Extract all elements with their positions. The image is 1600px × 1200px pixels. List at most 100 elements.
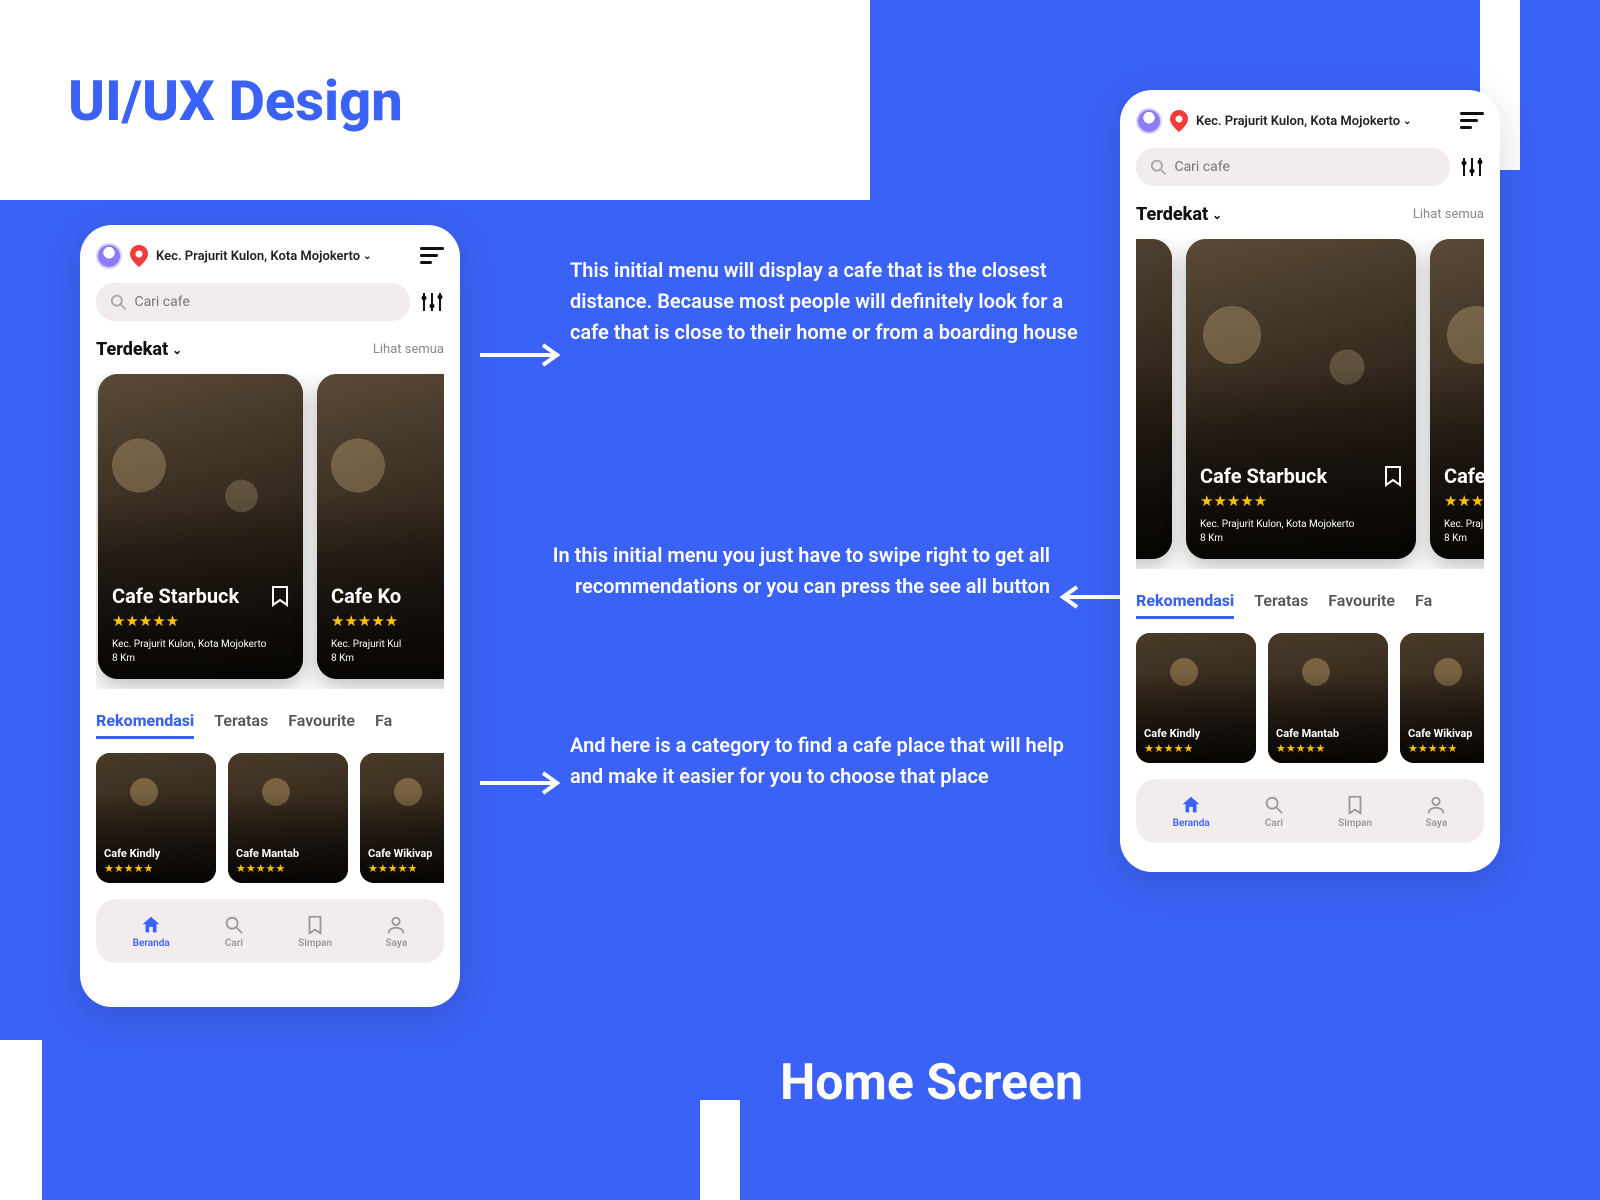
cafe-distance: 8 Km	[331, 652, 444, 666]
page-title: UI/UX Design	[68, 68, 403, 134]
category-tabs: Rekomendasi Teratas Favourite Fa	[96, 711, 444, 739]
section-dropdown[interactable]: Terdekat ⌄	[96, 339, 182, 360]
cafe-card[interactable]: Cafe ★★★ Kec. Praj 8 Km	[1430, 239, 1484, 559]
tab-extra[interactable]: Fa	[375, 711, 392, 739]
nav-saya[interactable]: Saya	[385, 914, 407, 949]
tab-rekomendasi[interactable]: Rekomendasi	[96, 711, 194, 739]
location-text: Kec. Prajurit Kulon, Kota Mojokerto	[156, 249, 360, 264]
cafe-distance: 8 Km	[112, 652, 289, 666]
cafe-address: Kec. Prajurit Kulon, Kota Mojokerto	[1200, 518, 1402, 532]
big-card-carousel[interactable]: erto Cafe Starbuck ★★★★★ Kec. Prajurit K…	[1136, 239, 1484, 569]
big-card-carousel[interactable]: Cafe Starbuck ★★★★★ Kec. Prajurit Kulon,…	[96, 374, 444, 689]
location-selector[interactable]: Kec. Prajurit Kulon, Kota Mojokerto⌄	[1196, 114, 1452, 129]
bottom-nav: Beranda Cari Simpan Saya	[1136, 779, 1484, 843]
cafe-small-card[interactable]: Cafe Mantab★★★★★	[228, 753, 348, 883]
rating-stars: ★★★★★	[104, 862, 208, 875]
see-all-link[interactable]: Lihat semua	[373, 342, 444, 357]
cafe-title: Cafe Mantab	[236, 847, 340, 860]
cafe-small-card[interactable]: Cafe Mantab ★★★★★	[1268, 633, 1388, 763]
section-header: Terdekat⌄ Lihat semua	[1136, 204, 1484, 225]
cafe-image	[1136, 239, 1172, 559]
section-header: Terdekat ⌄ Lihat semua	[96, 339, 444, 360]
header: Kec. Prajurit Kulon, Kota Mojokerto⌄	[1136, 108, 1484, 134]
cafe-title: Cafe Starbuck	[1200, 464, 1327, 488]
search-icon	[223, 914, 245, 936]
cafe-small-card[interactable]: Cafe Wikivap ★★★★★	[360, 753, 444, 883]
search-input[interactable]	[1174, 159, 1436, 175]
bg-block	[700, 1100, 740, 1200]
nav-beranda[interactable]: Beranda	[1173, 794, 1210, 829]
see-all-link[interactable]: Lihat semua	[1413, 207, 1484, 222]
arrow-1	[475, 340, 565, 370]
nav-simpan[interactable]: Simpan	[1338, 794, 1372, 829]
annotation-3: And here is a category to find a cafe pl…	[570, 730, 1080, 792]
nav-beranda[interactable]: Beranda	[133, 914, 170, 949]
tab-teratas[interactable]: Teratas	[1254, 591, 1308, 619]
location-selector[interactable]: Kec. Prajurit Kulon, Kota Mojokerto⌄	[156, 249, 412, 264]
rating-stars: ★★★★★	[1408, 742, 1484, 755]
tab-favourite[interactable]: Favourite	[288, 711, 355, 739]
cafe-card[interactable]: Cafe Starbuck ★★★★★ Kec. Prajurit Kulon,…	[98, 374, 303, 679]
menu-icon[interactable]	[420, 247, 444, 265]
phone-mockup-left: Kec. Prajurit Kulon, Kota Mojokerto⌄ Ter…	[80, 225, 460, 1007]
cafe-title: Cafe Kindly	[104, 847, 208, 860]
section-title: Terdekat	[96, 339, 168, 360]
avatar[interactable]	[1136, 108, 1162, 134]
bookmark-icon	[304, 914, 326, 936]
rating-stars: ★★★★★	[368, 862, 444, 875]
cafe-title: Cafe Kindly	[1144, 727, 1248, 740]
cafe-title: Cafe Wikivap	[1408, 727, 1484, 740]
small-card-row[interactable]: Cafe Kindly★★★★★ Cafe Mantab★★★★★ Cafe W…	[96, 753, 444, 883]
cafe-address: Kec. Praj	[1444, 518, 1484, 532]
search-box[interactable]	[96, 283, 410, 321]
header: Kec. Prajurit Kulon, Kota Mojokerto⌄	[96, 243, 444, 269]
chevron-down-icon: ⌄	[363, 251, 371, 262]
cafe-small-card[interactable]: Cafe Kindly★★★★★	[1136, 633, 1256, 763]
location-pin-icon	[130, 245, 148, 267]
cafe-card[interactable]: erto	[1136, 239, 1172, 559]
chevron-down-icon: ⌄	[1403, 116, 1411, 127]
section-dropdown[interactable]: Terdekat⌄	[1136, 204, 1222, 225]
filter-icon[interactable]	[1460, 156, 1484, 178]
menu-icon[interactable]	[1460, 112, 1484, 130]
tab-teratas[interactable]: Teratas	[214, 711, 268, 739]
rating-stars: ★★★★★	[331, 612, 444, 630]
filter-icon[interactable]	[420, 291, 444, 313]
cafe-card[interactable]: Cafe Ko ★★★★★ Kec. Prajurit Kul 8 Km	[317, 374, 444, 679]
home-icon	[1180, 794, 1202, 816]
bookmark-icon[interactable]	[1384, 465, 1402, 487]
cafe-card[interactable]: Cafe Starbuck ★★★★★ Kec. Prajurit Kulon,…	[1186, 239, 1416, 559]
category-tabs: Rekomendasi Teratas Favourite Fa	[1136, 591, 1484, 619]
cafe-title: Cafe Wikivap	[368, 847, 444, 860]
annotation-2: In this initial menu you just have to sw…	[490, 540, 1050, 602]
search-row	[1136, 148, 1484, 186]
nav-label: Simpan	[1338, 818, 1372, 829]
search-input[interactable]	[134, 294, 396, 310]
nav-simpan[interactable]: Simpan	[298, 914, 332, 949]
page-subtitle: Home Screen	[780, 1054, 1083, 1112]
chevron-down-icon: ⌄	[172, 343, 182, 357]
arrow-3	[475, 768, 565, 798]
cafe-title: Cafe Mantab	[1276, 727, 1380, 740]
cafe-small-card[interactable]: Cafe Wikivap ★★★★★	[1400, 633, 1484, 763]
nav-cari[interactable]: Cari	[1263, 794, 1285, 829]
nav-saya[interactable]: Saya	[1425, 794, 1447, 829]
avatar[interactable]	[96, 243, 122, 269]
cafe-address: Kec. Prajurit Kul	[331, 638, 444, 652]
cafe-address: Kec. Prajurit Kulon, Kota Mojokerto	[112, 638, 289, 652]
search-row	[96, 283, 444, 321]
rating-stars: ★★★★★	[1276, 742, 1380, 755]
search-box[interactable]	[1136, 148, 1450, 186]
location-text: Kec. Prajurit Kulon, Kota Mojokerto	[1196, 114, 1400, 129]
search-icon	[110, 293, 126, 311]
tab-favourite[interactable]: Favourite	[1328, 591, 1395, 619]
cafe-distance: 8 Km	[1444, 532, 1484, 546]
bookmark-icon[interactable]	[271, 585, 289, 607]
nav-cari[interactable]: Cari	[223, 914, 245, 949]
search-icon	[1150, 158, 1166, 176]
rating-stars: ★★★	[1444, 492, 1484, 510]
tab-rekomendasi[interactable]: Rekomendasi	[1136, 591, 1234, 619]
cafe-small-card[interactable]: Cafe Kindly ★★★★★	[96, 753, 216, 883]
tab-extra[interactable]: Fa	[1415, 591, 1432, 619]
small-card-row[interactable]: Cafe Kindly★★★★★ Cafe Mantab★★★★★ Cafe W…	[1136, 633, 1484, 763]
